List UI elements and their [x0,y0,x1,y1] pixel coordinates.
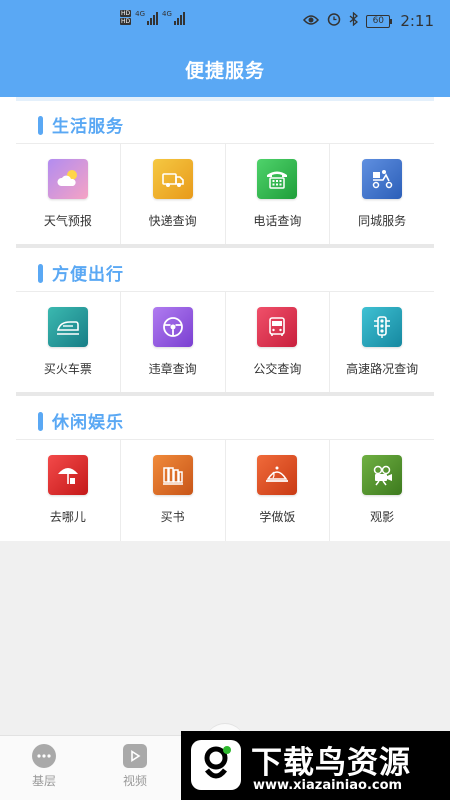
service-violation[interactable]: 违章查询 [121,292,226,393]
battery-level: 60 [366,14,391,28]
service-movies[interactable]: 观影 [330,440,434,541]
service-label: 电话查询 [253,214,302,228]
service-label: 同城服务 [358,214,407,228]
tab-label: 基层 [31,774,56,788]
hd-badge: HD [120,18,132,25]
bluetooth-icon [349,11,359,30]
tab-base[interactable]: 基层 [14,744,74,789]
service-label: 快递查询 [148,214,197,228]
tab-video[interactable]: 视频 [105,744,165,789]
battery-icon: 60 [366,14,393,28]
section-title: 休闲娱乐 [52,413,124,433]
service-bus[interactable]: 公交查询 [226,292,331,393]
service-label: 公交查询 [253,362,302,376]
hd-badge: HD [120,10,132,17]
steering-wheel-icon [152,307,193,347]
eye-icon [303,12,320,30]
section-title: 方便出行 [52,265,124,285]
signal-icon [173,11,185,25]
status-bar: HD HD 4G 4G 60 2:11 [0,0,450,44]
watermark-url: www.xiazainiao.com [253,778,403,793]
train-icon [47,307,88,347]
section-title: 生活服务 [52,117,124,137]
network-status: HD HD 4G 4G [120,10,185,25]
section-marker [38,264,43,283]
watermark-title: 下载鸟资源 [251,745,411,781]
service-phone[interactable]: 电话查询 [226,144,331,245]
section-header-life: 生活服务 [16,101,434,143]
video-play-icon [123,744,147,768]
service-books[interactable]: 买书 [121,440,226,541]
telephone-icon [257,159,298,199]
service-grid-leisure: 去哪儿 买书 学做饭 观影 [16,439,434,541]
network-type: 4G [135,10,146,18]
chat-bubble-icon [32,744,56,768]
service-grid-life: 天气预报 快递查询 电话查询 同城服务 [16,143,434,245]
signal-icon [147,11,159,25]
section-header-travel: 方便出行 [16,249,434,291]
service-express[interactable]: 快递查询 [121,144,226,245]
service-label: 违章查询 [148,362,197,376]
movie-camera-icon [362,455,403,495]
delivery-truck-icon [152,159,193,199]
section-divider [16,244,434,248]
service-label: 买火车票 [43,362,92,376]
clock-time: 2:11 [400,12,434,30]
tab-label: 视频 [122,774,147,788]
system-status: 60 2:11 [303,11,434,30]
service-travel[interactable]: 去哪儿 [16,440,121,541]
courier-scooter-icon [362,159,403,199]
page-title: 便捷服务 [184,60,265,82]
watermark-banner: 下载鸟资源 www.xiazainiao.com [181,731,450,800]
app-header: HD HD 4G 4G 60 2:11 便捷服务 [0,0,450,97]
service-highway[interactable]: 高速路况查询 [330,292,434,393]
section-header-leisure: 休闲娱乐 [16,397,434,439]
service-weather[interactable]: 天气预报 [16,144,121,245]
service-label: 天气预报 [43,214,92,228]
service-label: 高速路况查询 [346,362,419,376]
alarm-icon [327,12,341,30]
traffic-light-icon [362,307,403,347]
network-type: 4G [162,10,172,18]
section-marker [38,412,43,431]
service-panel: 生活服务 天气预报 快递查询 电话查询 同城服务 方便出行 买火车票 违章查询 … [0,97,450,541]
section-divider [16,392,434,396]
service-label: 学做饭 [259,510,296,524]
beach-umbrella-icon [47,455,88,495]
service-label: 去哪儿 [49,510,86,524]
bus-icon [257,307,298,347]
service-label: 买书 [160,510,185,524]
service-local[interactable]: 同城服务 [330,144,434,245]
books-icon [152,455,193,495]
service-cooking[interactable]: 学做饭 [226,440,331,541]
service-label: 观影 [370,510,395,524]
service-train-ticket[interactable]: 买火车票 [16,292,121,393]
bird-logo-icon [191,740,241,790]
section-marker [38,116,43,135]
service-grid-travel: 买火车票 违章查询 公交查询 高速路况查询 [16,291,434,393]
hd-badges: HD HD [120,10,132,25]
cooking-dish-icon [257,455,298,495]
weather-icon [47,159,88,199]
